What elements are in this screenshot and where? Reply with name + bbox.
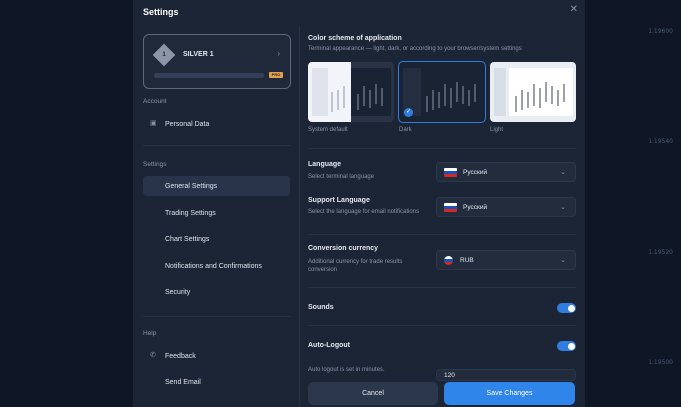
price-label: 1.19600: [648, 28, 673, 35]
sidebar-item-label: General Settings: [165, 182, 218, 190]
chevron-down-icon: ⌄: [560, 204, 566, 211]
level-progress-bar: [154, 73, 264, 78]
theme-option-system[interactable]: [308, 62, 394, 122]
settings-modal: Settings ✕ 1 SILVER 1 › PRO Account ▣ Pe…: [133, 0, 585, 407]
theme-option-dark[interactable]: ✓: [398, 61, 486, 123]
price-label: 1.19500: [648, 359, 673, 366]
sidebar-item-personal-data[interactable]: ▣ Personal Data: [143, 114, 290, 134]
level-name: SILVER 1: [183, 51, 214, 58]
language-title: Language: [308, 161, 342, 168]
theme-option-light[interactable]: [490, 62, 576, 122]
theme-label-light: Light: [490, 127, 504, 133]
sidebar-item-send-email[interactable]: Send Email: [143, 372, 290, 392]
sounds-title: Sounds: [308, 304, 334, 311]
auto-logout-minutes-input[interactable]: 120: [436, 369, 576, 381]
account-level-card[interactable]: 1 SILVER 1 › PRO: [143, 34, 291, 89]
auto-logout-title: Auto-Logout: [308, 342, 350, 349]
sidebar-header-settings: Settings: [143, 161, 167, 168]
support-language-subtitle: Select the language for email notificati…: [308, 209, 420, 215]
general-settings-pane: Color scheme of application Terminal app…: [308, 26, 576, 407]
color-scheme-subtitle: Terminal appearance — light, dark, or ac…: [308, 46, 522, 52]
phone-icon: ✆: [150, 352, 156, 359]
sidebar-item-notifications[interactable]: Notifications and Confirmations: [143, 256, 290, 276]
support-language-select[interactable]: Русский ⌄: [436, 197, 576, 217]
cancel-button[interactable]: Cancel: [308, 382, 438, 405]
chevron-down-icon: ⌄: [560, 169, 566, 176]
support-language-title: Support Language: [308, 197, 370, 204]
language-subtitle: Select terminal language: [308, 174, 375, 180]
support-language-value: Русский: [463, 203, 488, 211]
chevron-right-icon: ›: [277, 49, 280, 58]
chevron-down-icon: ⌄: [560, 257, 566, 264]
sidebar-item-general-settings[interactable]: General Settings: [143, 176, 290, 196]
sidebar-divider: [143, 145, 290, 146]
ruble-flag-icon: [444, 255, 453, 265]
currency-select[interactable]: RUB ⌄: [436, 250, 576, 270]
pane-divider: [299, 26, 300, 407]
pro-badge: PRO: [269, 72, 283, 78]
sidebar-item-label: Personal Data: [165, 120, 210, 128]
color-scheme-title: Color scheme of application: [308, 35, 402, 42]
selected-check-icon: ✓: [404, 108, 413, 117]
auto-logout-value: 120: [444, 372, 455, 379]
theme-label-dark: Dark: [399, 127, 412, 133]
sidebar-item-label: Trading Settings: [165, 209, 216, 217]
sidebar-item-chart-settings[interactable]: Chart Settings: [143, 229, 290, 249]
theme-label-system: System default: [308, 127, 348, 133]
sidebar-header-help: Help: [143, 330, 157, 337]
sidebar-item-label: Notifications and Confirmations: [165, 262, 262, 270]
section-divider: [308, 234, 576, 235]
id-card-icon: ▣: [150, 120, 157, 127]
section-divider: [308, 325, 576, 326]
close-icon[interactable]: ✕: [570, 4, 578, 15]
save-changes-button[interactable]: Save Changes: [444, 382, 575, 405]
sidebar-item-label: Feedback: [165, 352, 196, 360]
auto-logout-toggle[interactable]: [557, 341, 576, 351]
sidebar-item-trading-settings[interactable]: Trading Settings: [143, 203, 290, 223]
section-divider: [308, 148, 576, 149]
sidebar-item-label: Send Email: [165, 378, 201, 386]
section-divider: [308, 287, 576, 288]
language-value: Русский: [463, 168, 488, 176]
modal-title: Settings: [143, 7, 179, 17]
price-label: 1.19540: [648, 138, 673, 145]
conversion-currency-title: Conversion currency: [308, 245, 379, 252]
currency-value: RUB: [460, 256, 474, 264]
level-badge-icon: 1: [152, 43, 176, 67]
russia-flag-icon: [444, 202, 457, 212]
sidebar-header-account: Account: [143, 98, 167, 105]
russia-flag-icon: [444, 167, 457, 177]
sidebar-item-security[interactable]: Security: [143, 282, 290, 302]
sidebar-item-label: Chart Settings: [165, 235, 210, 243]
auto-logout-subtitle: Auto logout is set in minutes.: [308, 367, 385, 373]
conversion-currency-subtitle: Additional currency for trade results co…: [308, 259, 403, 273]
price-label: 1.19520: [648, 249, 673, 256]
language-select[interactable]: Русский ⌄: [436, 162, 576, 182]
sidebar-divider: [143, 316, 290, 317]
sidebar-item-label: Security: [165, 288, 191, 296]
sidebar-item-feedback[interactable]: ✆ Feedback: [143, 346, 290, 366]
sounds-toggle[interactable]: [557, 303, 576, 313]
